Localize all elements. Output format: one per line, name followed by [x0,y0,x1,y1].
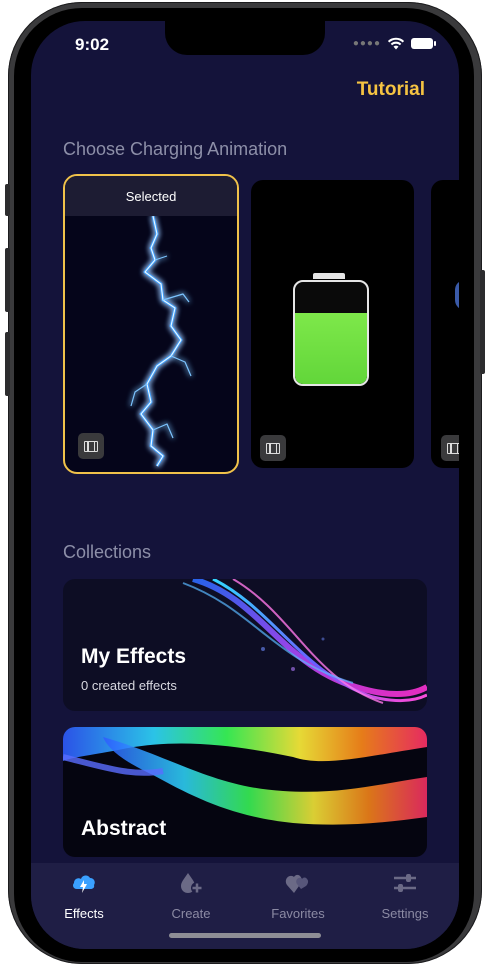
drop-plus-icon [181,873,203,894]
tab-label: Favorites [271,906,325,921]
notch [165,21,325,55]
tab-label: Effects [64,906,104,921]
tab-label: Settings [381,906,429,921]
collection-abstract[interactable]: Abstract [63,727,427,857]
film-icon [84,440,98,452]
mute-switch [5,184,10,216]
collection-my-effects[interactable]: My Effects 0 created effects [63,579,427,711]
tab-favorites[interactable]: Favorites [253,871,343,921]
battery-cap [313,273,345,279]
home-indicator [169,933,321,938]
volume-down-button [5,332,10,396]
bolt-cloud-icon [73,875,95,893]
collection-title: Abstract [81,817,167,840]
tab-settings[interactable]: Settings [360,871,450,921]
video-preview-button[interactable] [260,435,286,461]
tutorial-button[interactable]: Tutorial [357,79,425,101]
video-preview-button[interactable] [441,435,459,461]
selected-label: Selected [65,176,237,216]
collections-section-title: Collections [63,542,152,562]
sliders-icon [394,874,416,892]
battery-status-icon [411,38,436,49]
volume-up-button [5,248,10,312]
wifi-icon [387,37,405,50]
tab-create[interactable]: Create [146,871,236,921]
collection-subtitle: 0 created effects [81,678,177,693]
collection-title: My Effects [81,645,187,668]
battery-fill [295,312,367,384]
tab-effects[interactable]: Effects [39,871,129,921]
signal-icon: ●●●● [352,38,381,49]
video-preview-button[interactable] [78,433,104,459]
film-icon [266,442,280,454]
power-button [480,270,485,374]
animations-section-title: Choose Charging Animation [63,139,288,159]
animation-card-battery[interactable] [251,180,414,468]
hearts-icon [285,874,309,893]
status-icons: ●●●● [352,37,436,50]
app-screen: 9:02 ●●●● Tutorial Choose Charging Anima… [31,21,459,949]
animation-card-partial[interactable] [431,180,459,468]
tab-label: Create [171,906,211,921]
status-time: 9:02 [75,35,110,54]
partial-preview [455,280,459,310]
battery-preview [293,280,369,386]
film-icon [447,442,459,454]
animation-card-lightning[interactable]: Selected [63,174,239,474]
